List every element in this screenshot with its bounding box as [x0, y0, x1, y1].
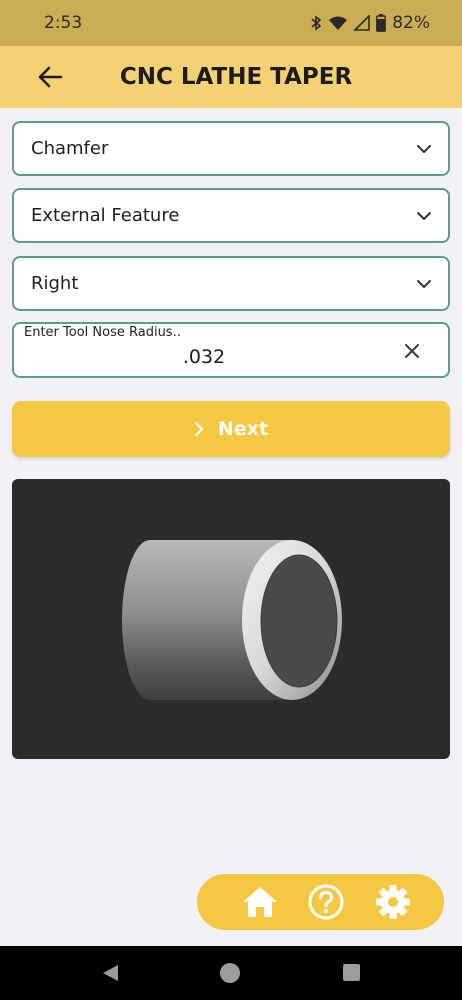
- nav-back-icon[interactable]: [100, 963, 120, 983]
- chevron-right-icon: [194, 421, 204, 437]
- system-nav-bar: [0, 946, 462, 1000]
- home-icon: [243, 887, 278, 917]
- battery-percent: 82%: [392, 13, 430, 33]
- nav-home-icon[interactable]: [220, 963, 240, 983]
- next-button[interactable]: Next: [12, 401, 450, 457]
- help-circle-icon: [308, 884, 344, 920]
- signal-icon: [354, 15, 371, 31]
- bluetooth-icon: [311, 15, 322, 31]
- chevron-down-icon: [417, 211, 431, 220]
- chevron-down-icon: [417, 144, 431, 153]
- operation-select-value: Chamfer: [31, 138, 109, 159]
- status-icons: 82%: [310, 13, 430, 33]
- status-bar: 2:53 82%: [0, 0, 462, 46]
- arrow-left-icon: [38, 66, 63, 88]
- home-button[interactable]: [239, 881, 281, 923]
- operation-select[interactable]: Chamfer: [12, 121, 450, 176]
- feature-select[interactable]: External Feature: [12, 188, 450, 243]
- tool-nose-radius-label: Enter Tool Nose Radius..: [24, 325, 181, 340]
- chamfer-illustration: [12, 479, 450, 759]
- tool-nose-radius-field[interactable]: Enter Tool Nose Radius.. .032: [12, 322, 450, 378]
- status-time: 2:53: [44, 13, 83, 33]
- cylinder-chamfer-image: [122, 540, 342, 700]
- next-button-label: Next: [217, 418, 269, 440]
- help-button[interactable]: [305, 881, 347, 923]
- app-bar: CNC LATHE TAPER: [0, 46, 462, 108]
- settings-button[interactable]: [372, 881, 414, 923]
- gear-icon: [375, 885, 410, 919]
- bottom-action-bar: [197, 874, 444, 930]
- battery-icon: [376, 14, 387, 32]
- close-icon[interactable]: [402, 341, 422, 361]
- wifi-icon: [329, 16, 348, 30]
- tool-nose-radius-value[interactable]: .032: [14, 346, 394, 368]
- direction-select-value: Right: [31, 273, 79, 294]
- direction-select[interactable]: Right: [12, 256, 450, 311]
- back-button[interactable]: [30, 60, 70, 94]
- chevron-down-icon: [417, 279, 431, 288]
- nav-recents-icon[interactable]: [343, 964, 360, 981]
- feature-select-value: External Feature: [31, 205, 180, 226]
